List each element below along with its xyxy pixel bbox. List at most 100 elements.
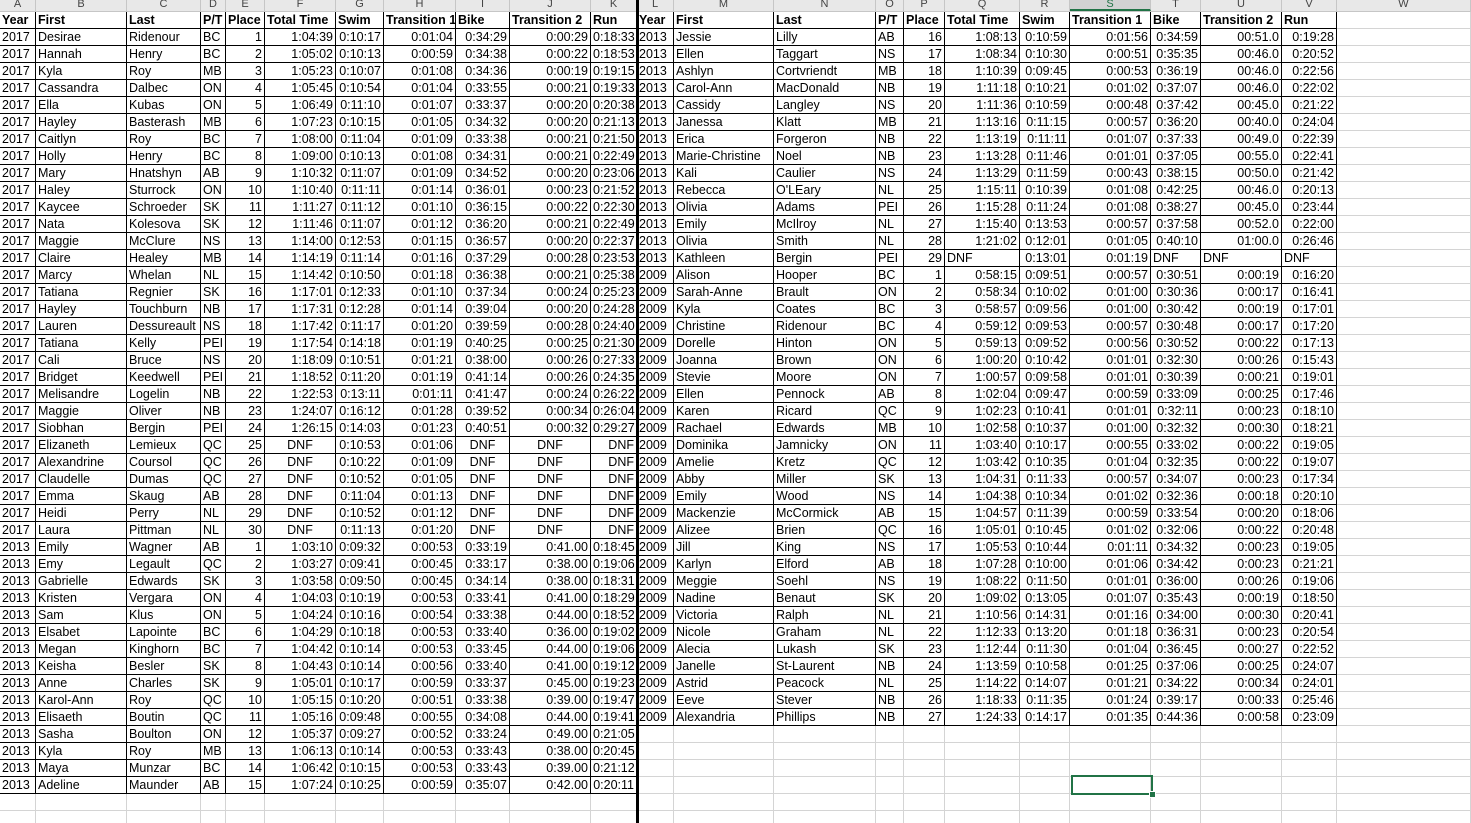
- cell-run[interactable]: [1282, 794, 1337, 811]
- cell-transition-1[interactable]: 0:01:23: [384, 420, 456, 437]
- cell-transition-2[interactable]: 0:45.00: [510, 675, 591, 692]
- cell-place[interactable]: 2: [226, 46, 265, 63]
- cell-total-time[interactable]: 1:08:34: [945, 46, 1020, 63]
- cell-place[interactable]: 20: [904, 590, 945, 607]
- cell-place[interactable]: 12: [226, 726, 265, 743]
- cell-total-time[interactable]: 1:02:58: [945, 420, 1020, 437]
- cell-transition-1[interactable]: 0:01:14: [384, 182, 456, 199]
- cell-run[interactable]: [591, 811, 637, 823]
- cell-bike[interactable]: [1151, 760, 1201, 777]
- cell-transition-1[interactable]: [384, 794, 456, 811]
- cell-bike[interactable]: 0:33:17: [456, 556, 510, 573]
- cell-place[interactable]: 22: [226, 386, 265, 403]
- cell-last[interactable]: Whelan: [127, 267, 201, 284]
- cell-bike[interactable]: 0:36:45: [1151, 641, 1201, 658]
- cell-last[interactable]: Coursol: [127, 454, 201, 471]
- cell-bike[interactable]: 0:37:29: [456, 250, 510, 267]
- cell-transition-2[interactable]: 0:00:20: [510, 165, 591, 182]
- cell-total-time[interactable]: 1:05:15: [265, 692, 336, 709]
- cell-transition-2[interactable]: [1201, 726, 1282, 743]
- cell-transition-1[interactable]: [1070, 811, 1151, 823]
- header-run[interactable]: Run: [1282, 12, 1337, 29]
- cell-transition-2[interactable]: 01:00.0: [1201, 233, 1282, 250]
- cell-swim[interactable]: 0:10:15: [336, 760, 384, 777]
- cell-swim[interactable]: 0:09:48: [336, 709, 384, 726]
- cell-first[interactable]: [36, 794, 127, 811]
- cell-bike[interactable]: 0:36:38: [456, 267, 510, 284]
- cell-transition-2[interactable]: 0:00:26: [510, 369, 591, 386]
- cell-first[interactable]: Kristen: [36, 590, 127, 607]
- cell-first[interactable]: [674, 760, 774, 777]
- cell-empty[interactable]: [1337, 301, 1471, 318]
- cell-transition-1[interactable]: 0:00:56: [1070, 335, 1151, 352]
- cell-swim[interactable]: 0:11:24: [1020, 199, 1070, 216]
- cell-swim[interactable]: 0:11:13: [336, 522, 384, 539]
- cell-place[interactable]: 18: [226, 318, 265, 335]
- cell-run[interactable]: [1282, 726, 1337, 743]
- cell-year[interactable]: [637, 760, 674, 777]
- cell-bike[interactable]: 0:41:47: [456, 386, 510, 403]
- cell-first[interactable]: Ella: [36, 97, 127, 114]
- cell-transition-2[interactable]: DNF: [1201, 250, 1282, 267]
- cell-transition-2[interactable]: 0:00:19: [510, 63, 591, 80]
- cell-run[interactable]: 0:21:13: [591, 114, 637, 131]
- cell-last[interactable]: Dessureault: [127, 318, 201, 335]
- cell-swim[interactable]: 0:11:17: [336, 318, 384, 335]
- cell-year[interactable]: 2013: [0, 777, 36, 794]
- cell-year[interactable]: 2009: [637, 573, 674, 590]
- header-run[interactable]: Run: [591, 12, 637, 29]
- column-letter-i[interactable]: I: [456, 0, 510, 11]
- cell-bike[interactable]: 0:34:31: [456, 148, 510, 165]
- cell-bike[interactable]: 0:33:19: [456, 539, 510, 556]
- cell-total-time[interactable]: 1:14:42: [265, 267, 336, 284]
- cell-transition-1[interactable]: 0:01:02: [1070, 488, 1151, 505]
- cell-province[interactable]: ON: [201, 726, 226, 743]
- header-province[interactable]: P/T: [201, 12, 226, 29]
- cell-transition-2[interactable]: 0:00:21: [510, 131, 591, 148]
- cell-transition-2[interactable]: 00:46.0: [1201, 63, 1282, 80]
- cell-empty[interactable]: [1337, 352, 1471, 369]
- header-year[interactable]: Year: [637, 12, 674, 29]
- cell-swim[interactable]: 0:11:30: [1020, 641, 1070, 658]
- cell-province[interactable]: [201, 794, 226, 811]
- cell-province[interactable]: [201, 811, 226, 823]
- cell-province[interactable]: NL: [876, 233, 904, 250]
- cell-first[interactable]: Alizee: [674, 522, 774, 539]
- cell-province[interactable]: SK: [201, 573, 226, 590]
- cell-run[interactable]: 0:20:38: [591, 97, 637, 114]
- cell-transition-2[interactable]: 0:00:19: [1201, 301, 1282, 318]
- cell-empty[interactable]: [1337, 658, 1471, 675]
- cell-empty[interactable]: [1337, 250, 1471, 267]
- cell-empty[interactable]: [1337, 165, 1471, 182]
- cell-last[interactable]: Jamnicky: [774, 437, 876, 454]
- cell-first[interactable]: Jill: [674, 539, 774, 556]
- cell-bike[interactable]: 0:34:32: [1151, 539, 1201, 556]
- cell-year[interactable]: 2013: [0, 556, 36, 573]
- header-swim[interactable]: Swim: [1020, 12, 1070, 29]
- cell-place[interactable]: 27: [226, 471, 265, 488]
- cell-province[interactable]: MB: [876, 420, 904, 437]
- cell-swim[interactable]: 0:10:14: [336, 743, 384, 760]
- cell-first[interactable]: Joanna: [674, 352, 774, 369]
- cell-run[interactable]: 0:22:00: [1282, 216, 1337, 233]
- cell-swim[interactable]: 0:10:21: [1020, 80, 1070, 97]
- fill-handle[interactable]: [1149, 791, 1156, 798]
- cell-place[interactable]: 13: [226, 743, 265, 760]
- cell-total-time[interactable]: 1:26:15: [265, 420, 336, 437]
- cell-total-time[interactable]: 1:07:23: [265, 114, 336, 131]
- cell-first[interactable]: Hayley: [36, 301, 127, 318]
- cell-empty[interactable]: [1337, 794, 1471, 811]
- cell-province[interactable]: ON: [876, 335, 904, 352]
- cell-province[interactable]: NS: [876, 573, 904, 590]
- cell-empty[interactable]: [1337, 522, 1471, 539]
- cell-last[interactable]: Hnatshyn: [127, 165, 201, 182]
- cell-bike[interactable]: [1151, 811, 1201, 823]
- cell-bike[interactable]: [1151, 743, 1201, 760]
- cell-transition-2[interactable]: 00:45.0: [1201, 97, 1282, 114]
- cell-transition-2[interactable]: 0:41.00: [510, 658, 591, 675]
- cell-year[interactable]: 2009: [637, 420, 674, 437]
- cell-place[interactable]: 18: [904, 63, 945, 80]
- cell-bike[interactable]: 0:33:38: [456, 607, 510, 624]
- cell-year[interactable]: 2017: [0, 420, 36, 437]
- cell-first[interactable]: Holly: [36, 148, 127, 165]
